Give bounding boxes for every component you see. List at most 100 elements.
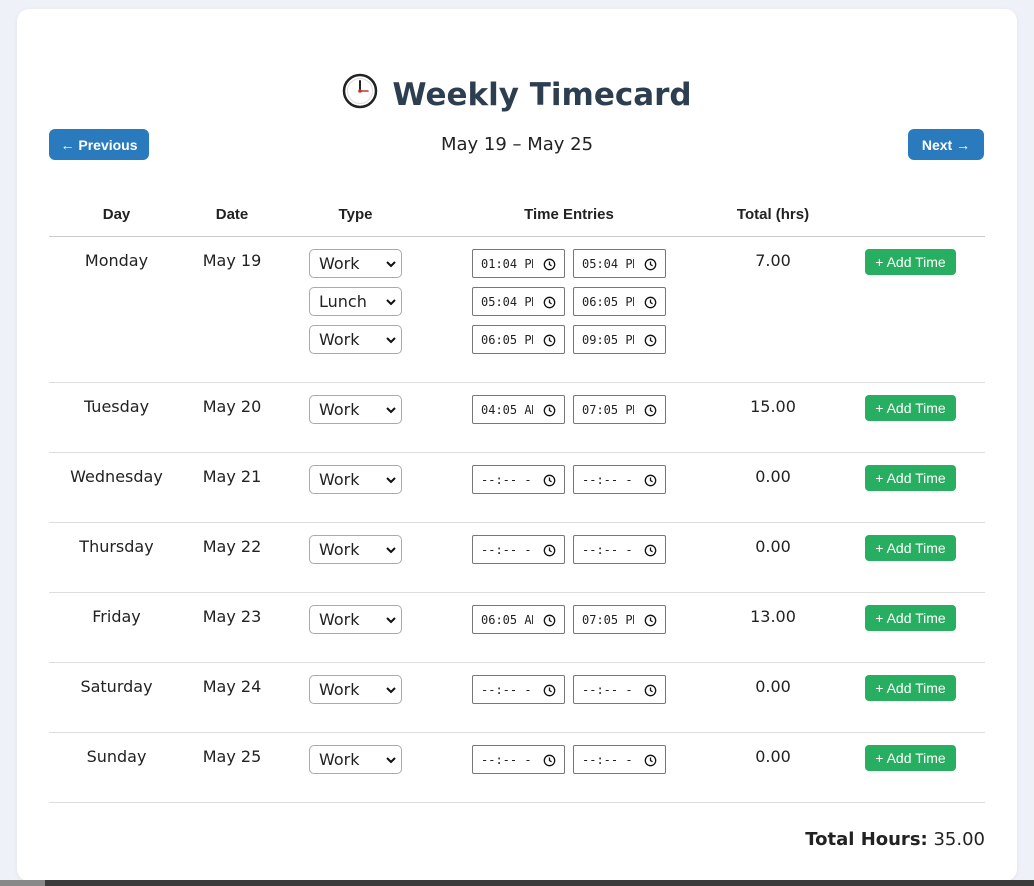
end-time-input[interactable]: --:-- --: [573, 465, 666, 494]
entry-type-select[interactable]: Work: [309, 249, 402, 278]
entry-type-select[interactable]: Work: [309, 745, 402, 774]
header-type: Type: [338, 206, 373, 223]
end-time-input[interactable]: --:-- --: [573, 535, 666, 564]
start-time-input[interactable]: --:-- --: [472, 675, 565, 704]
time-value: 09:05 PM: [582, 332, 634, 347]
time-entries-column: --:-- -- --:-- --: [472, 745, 666, 783]
day-total-hours: 0.00: [755, 747, 791, 766]
entry-type-value: Work: [319, 610, 360, 629]
timecard-card: Weekly Timecard ← Previous May 19 – May …: [17, 9, 1017, 881]
time-value: --:-- --: [582, 752, 634, 767]
time-entries-column: --:-- -- --:-- --: [472, 675, 666, 713]
entry-type-select[interactable]: Work: [309, 465, 402, 494]
start-time-input[interactable]: 06:05 AM: [472, 605, 565, 634]
entry-type-select[interactable]: Work: [309, 535, 402, 564]
clock-icon[interactable]: [543, 296, 556, 309]
time-value: --:-- --: [481, 682, 533, 697]
next-week-button[interactable]: Next →: [908, 129, 984, 160]
time-value: 05:04 PM: [481, 294, 533, 309]
clock-icon[interactable]: [543, 614, 556, 627]
time-entry-pair: 06:05 PM 09:05 PM: [472, 325, 666, 354]
table-row: Friday May 23 Work 06:05 AM 07:05 PM 13.00 + A…: [49, 593, 985, 663]
add-time-button[interactable]: + Add Time: [865, 249, 956, 275]
clock-icon[interactable]: [543, 258, 556, 271]
time-entry-pair: 04:05 AM 07:05 PM: [472, 395, 666, 424]
time-value: 06:05 AM: [481, 612, 533, 627]
day-date: May 23: [202, 607, 262, 626]
clock-icon[interactable]: [543, 404, 556, 417]
time-entry-pair: 01:04 PM 05:04 PM: [472, 249, 666, 278]
time-entries-column: 01:04 PM05:04 PM05:04 PM06:05 PM06:05 PM…: [472, 249, 666, 363]
clock-icon[interactable]: [644, 334, 657, 347]
entry-type-value: Work: [319, 750, 360, 769]
day-date: May 22: [202, 537, 262, 556]
clock-icon[interactable]: [543, 754, 556, 767]
start-time-input[interactable]: 01:04 PM: [472, 249, 565, 278]
end-time-input[interactable]: 09:05 PM: [573, 325, 666, 354]
start-time-input[interactable]: 06:05 PM: [472, 325, 565, 354]
table-row: Tuesday May 20 Work 04:05 AM 07:05 PM 15.00 + …: [49, 383, 985, 453]
time-value: --:-- --: [481, 542, 533, 557]
entry-type-select[interactable]: Work: [309, 395, 402, 424]
time-value: 05:04 PM: [582, 256, 634, 271]
start-time-input[interactable]: --:-- --: [472, 465, 565, 494]
entry-type-value: Work: [319, 330, 360, 349]
day-date: May 19: [202, 251, 262, 270]
entry-type-select[interactable]: Work: [309, 325, 402, 354]
add-time-button[interactable]: + Add Time: [865, 465, 956, 491]
total-hours-label: Total Hours:: [805, 829, 928, 850]
end-time-input[interactable]: --:-- --: [573, 675, 666, 704]
table-row: Wednesday May 21 Work --:-- -- --:-- -- 0.00 +…: [49, 453, 985, 523]
time-value: 04:05 AM: [481, 402, 533, 417]
entry-type-select[interactable]: Lunch: [309, 287, 402, 316]
clock-icon[interactable]: [543, 684, 556, 697]
clock-icon[interactable]: [644, 404, 657, 417]
end-time-input[interactable]: 07:05 PM: [573, 605, 666, 634]
day-total-hours: 0.00: [755, 467, 791, 486]
entry-type-column: Work: [309, 535, 402, 573]
day-name: Thursday: [79, 537, 154, 556]
entry-type-select[interactable]: Work: [309, 675, 402, 704]
add-time-button[interactable]: + Add Time: [865, 395, 956, 421]
clock-icon[interactable]: [644, 614, 657, 627]
time-entries-column: --:-- -- --:-- --: [472, 535, 666, 573]
entry-type-select[interactable]: Work: [309, 605, 402, 634]
chevron-down-icon: [386, 477, 396, 484]
clock-icon[interactable]: [644, 754, 657, 767]
end-time-input[interactable]: 05:04 PM: [573, 249, 666, 278]
time-entry-pair: --:-- -- --:-- --: [472, 675, 666, 704]
add-time-button[interactable]: + Add Time: [865, 605, 956, 631]
clock-icon[interactable]: [543, 474, 556, 487]
header-day: Day: [102, 206, 131, 223]
day-name: Sunday: [86, 747, 147, 766]
time-value: --:-- --: [481, 472, 533, 487]
chevron-down-icon: [386, 337, 396, 344]
clock-icon[interactable]: [644, 544, 657, 557]
add-time-button[interactable]: + Add Time: [865, 745, 956, 771]
title-text: Weekly Timecard: [392, 77, 692, 113]
clock-icon[interactable]: [644, 258, 657, 271]
clock-icon[interactable]: [644, 296, 657, 309]
entry-type-column: Work: [309, 605, 402, 643]
chevron-down-icon: [386, 617, 396, 624]
clock-icon[interactable]: [543, 544, 556, 557]
add-time-button[interactable]: + Add Time: [865, 535, 956, 561]
clock-icon[interactable]: [644, 684, 657, 697]
day-date: May 25: [202, 747, 262, 766]
timecard-table: Day Date Type Time Entries Total (hrs) M…: [49, 199, 985, 803]
add-time-button[interactable]: + Add Time: [865, 675, 956, 701]
start-time-input[interactable]: 04:05 AM: [472, 395, 565, 424]
start-time-input[interactable]: --:-- --: [472, 535, 565, 564]
end-time-input[interactable]: 07:05 PM: [573, 395, 666, 424]
day-name: Monday: [84, 251, 149, 270]
end-time-input[interactable]: --:-- --: [573, 745, 666, 774]
end-time-input[interactable]: 06:05 PM: [573, 287, 666, 316]
start-time-input[interactable]: --:-- --: [472, 745, 565, 774]
clock-icon[interactable]: [644, 474, 657, 487]
page-title: Weekly Timecard: [17, 73, 1017, 117]
time-entry-pair: --:-- -- --:-- --: [472, 535, 666, 564]
chevron-down-icon: [386, 299, 396, 306]
table-row: Sunday May 25 Work --:-- -- --:-- -- 0.00 + Ad…: [49, 733, 985, 803]
clock-icon[interactable]: [543, 334, 556, 347]
start-time-input[interactable]: 05:04 PM: [472, 287, 565, 316]
